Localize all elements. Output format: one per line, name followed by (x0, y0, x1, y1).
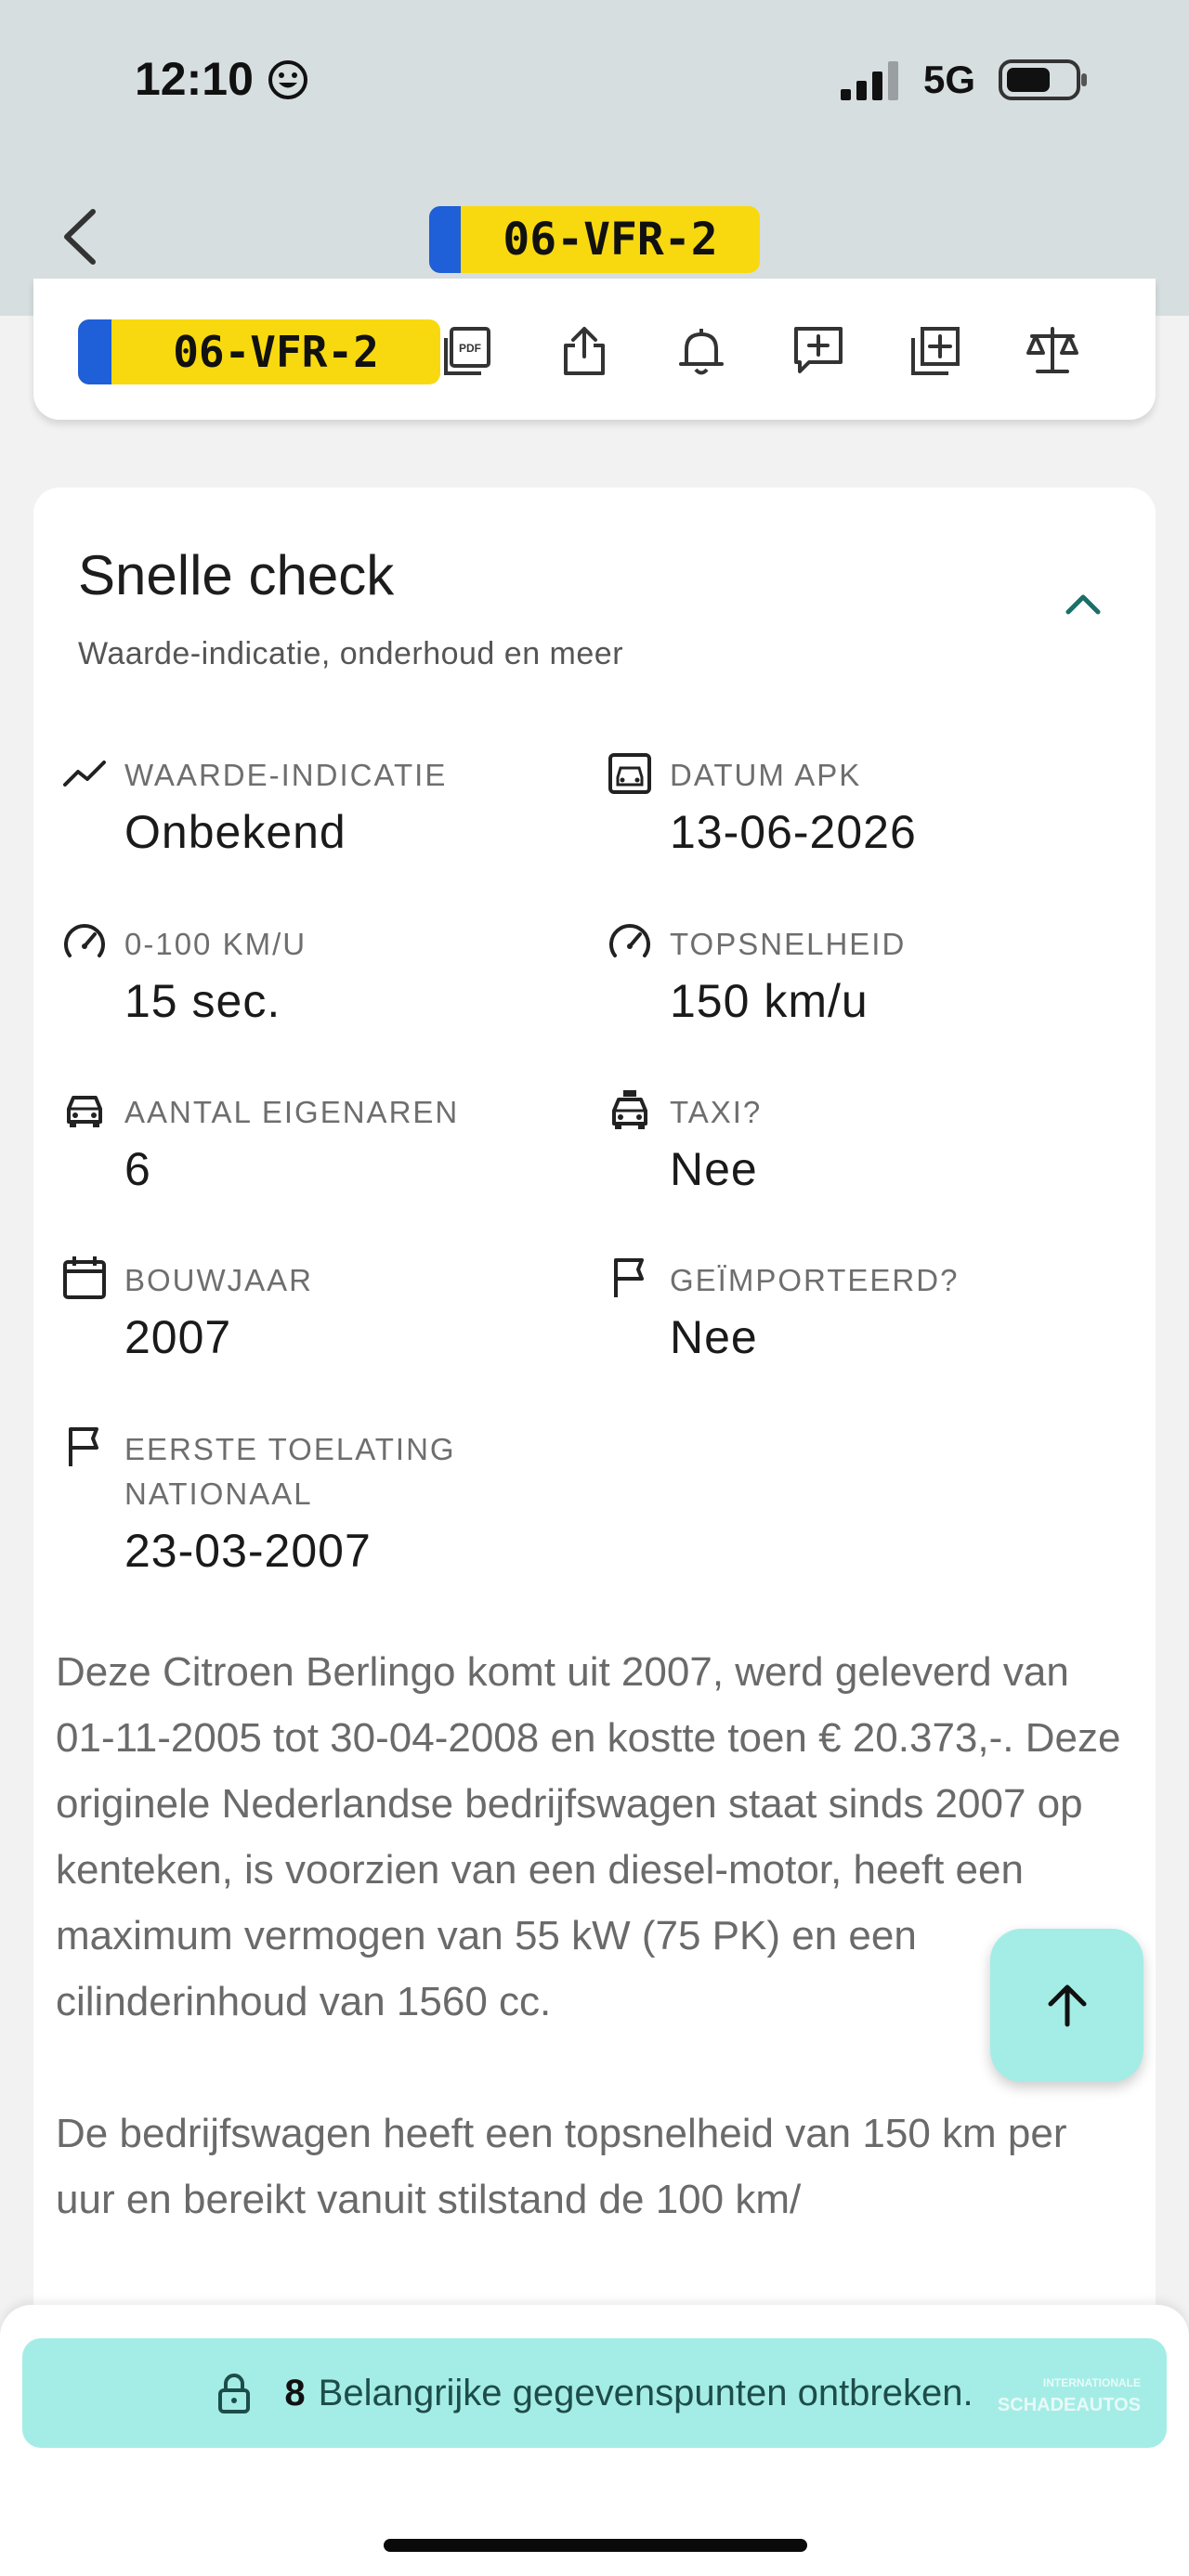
watermark-line: INTERNATIONALE (1042, 2376, 1141, 2389)
scroll-to-top-button[interactable] (990, 1929, 1143, 2082)
stat-value: 13-06-2026 (670, 806, 917, 858)
stat-label: AANTAL EIGENAREN (124, 1095, 460, 1129)
top-header: 12:10 5G 06-VFR-2 (0, 0, 1189, 316)
arrow-up-icon (1048, 1984, 1086, 2026)
vehicle-description: Deze Citroen Berlingo komt uit 2007, wer… (56, 1639, 1133, 2298)
pdf-icon[interactable]: PDF (440, 323, 496, 379)
stat-label: DATUM APK (670, 758, 862, 792)
car-icon (67, 1096, 102, 1127)
stat-label: TOPSNELHEID (670, 927, 907, 961)
stat-value: Nee (670, 1143, 758, 1195)
smiley-icon (268, 60, 307, 99)
plate-number: 06-VFR-2 (503, 214, 718, 266)
stat-value: 6 (124, 1143, 151, 1195)
battery-icon (999, 59, 1087, 100)
section-subtitle: Waarde-indicatie, onderhoud en meer (78, 636, 624, 671)
toolbar-card: 06-VFR-2 PDF (33, 279, 1156, 420)
stat-value: 2007 (124, 1311, 232, 1363)
stat-label: TAXI? (670, 1095, 763, 1129)
svg-text:PDF: PDF (459, 342, 481, 355)
compare-icon[interactable] (1025, 323, 1080, 379)
stat-value: Onbekend (124, 806, 346, 858)
stat-label: WAARDE-INDICATIE (124, 758, 448, 792)
status-time: 12:10 (135, 53, 254, 105)
section-title: Snelle check (78, 544, 395, 606)
stat-value: 15 sec. (124, 975, 281, 1027)
chevron-up-icon[interactable] (1059, 580, 1107, 629)
bottom-sheet: 8 Belangrijke gegevenspunten ontbreken. … (0, 2305, 1189, 2576)
plate-country-strip (78, 319, 111, 384)
back-arrow-icon[interactable] (56, 204, 102, 269)
network-type: 5G (923, 58, 976, 101)
signal-icon (841, 61, 898, 100)
add-comment-icon[interactable] (790, 323, 846, 379)
missing-count: 8 (284, 2372, 306, 2413)
bell-icon[interactable] (673, 323, 729, 379)
stat-label: EERSTE TOELATING NATIONAAL (124, 1432, 456, 1511)
taxi-icon (612, 1090, 647, 1129)
missing-data-banner[interactable]: 8 Belangrijke gegevenspunten ontbreken. … (22, 2338, 1167, 2448)
license-plate-card: 06-VFR-2 (78, 319, 440, 384)
share-icon[interactable] (556, 323, 612, 379)
garage-icon (608, 753, 651, 794)
trend-icon (63, 761, 106, 787)
speedometer-icon (609, 924, 650, 957)
stat-value: 150 km/u (670, 975, 869, 1027)
stat-value: Nee (670, 1311, 758, 1363)
plate-country-strip (429, 206, 461, 273)
watermark-line: SCHADEAUTOS (997, 2395, 1141, 2415)
lock-icon (218, 2374, 251, 2413)
flag-icon (614, 1258, 644, 1297)
description-paragraph: Deze Citroen Berlingo komt uit 2007, wer… (56, 1649, 1121, 2024)
license-plate-header: 06-VFR-2 (429, 206, 760, 273)
stat-label: BOUWJAAR (124, 1263, 314, 1297)
stat-label: 0-100 KM/U (124, 927, 307, 961)
missing-text: Belangrijke gegevenspunten ontbreken. (318, 2372, 973, 2413)
description-paragraph: De bedrijfswagen heeft een topsnelheid v… (56, 2111, 1067, 2222)
calendar-icon (63, 1256, 106, 1299)
add-box-icon[interactable] (908, 323, 963, 379)
quick-check-card: Snelle check Waarde-indicatie, onderhoud… (33, 488, 1156, 2576)
home-indicator (384, 2539, 807, 2552)
plate-number: 06-VFR-2 (173, 327, 379, 377)
speedometer-icon (64, 924, 105, 957)
stat-value: 23-03-2007 (124, 1525, 372, 1577)
flag-icon (69, 1427, 98, 1466)
watermark: INTERNATIONALE SCHADEAUTOS (998, 2372, 1141, 2416)
stat-label: GEÏMPORTEERD? (670, 1263, 960, 1297)
